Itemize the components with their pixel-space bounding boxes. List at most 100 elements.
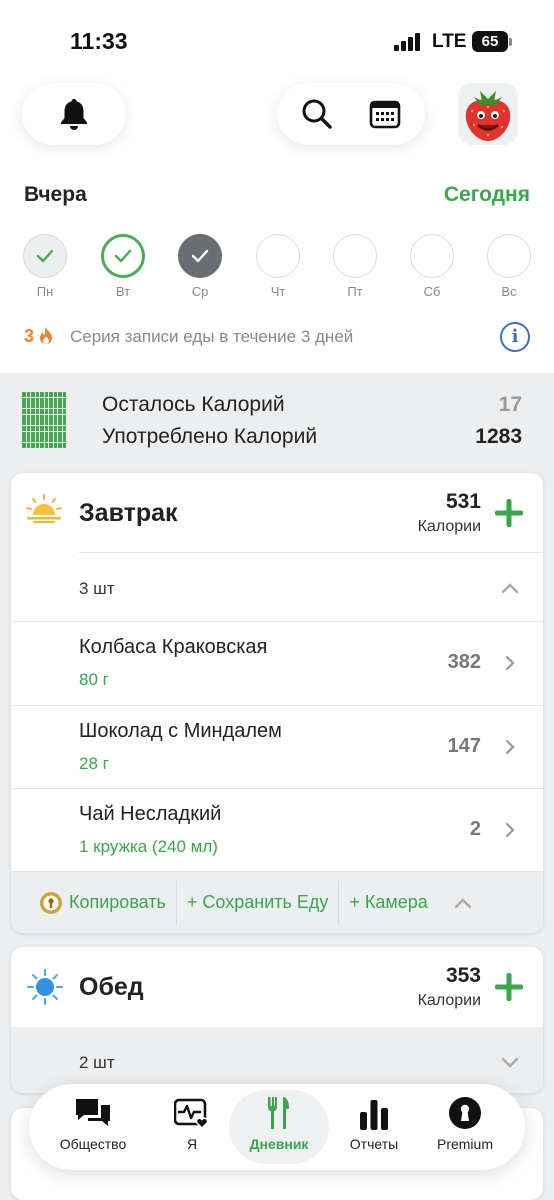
avatar[interactable] bbox=[458, 83, 518, 145]
day-thu[interactable]: Чт bbox=[255, 234, 301, 299]
calorie-grid-cell bbox=[49, 392, 53, 397]
calorie-grid-cell bbox=[49, 420, 53, 426]
bar-chart-icon bbox=[324, 1090, 424, 1130]
calorie-grid-cell bbox=[49, 397, 53, 403]
consumed-row: Употреблено Калорий 1283 bbox=[102, 425, 522, 449]
info-icon[interactable]: i bbox=[500, 322, 530, 352]
calendar-icon[interactable] bbox=[363, 92, 407, 136]
battery-icon: 65 bbox=[472, 31, 508, 52]
yesterday-link[interactable]: Вчера bbox=[24, 183, 87, 207]
tab-diary[interactable]: Дневник bbox=[229, 1090, 329, 1164]
chevron-down-icon bbox=[501, 1055, 519, 1073]
search-icon[interactable] bbox=[295, 92, 339, 136]
tab-community[interactable]: Общество bbox=[43, 1090, 143, 1164]
day-sun[interactable]: Вс bbox=[486, 234, 532, 299]
save-food-button[interactable]: + Сохранить Еду bbox=[187, 881, 328, 925]
calorie-grid-cell bbox=[26, 431, 31, 437]
chevron-up-icon[interactable] bbox=[454, 881, 472, 925]
signal-icon bbox=[394, 33, 422, 51]
food-item[interactable]: Колбаса Краковская 80 г 382 bbox=[11, 621, 543, 705]
tab-label: Отчеты bbox=[349, 1136, 399, 1152]
calorie-grid-cell bbox=[44, 392, 49, 397]
tab-reports[interactable]: Отчеты bbox=[324, 1090, 424, 1164]
week-strip: Пн Вт Ср Чт Пт Сб Вс bbox=[22, 234, 532, 300]
breakfast-header[interactable]: Завтрак 531 Калории bbox=[11, 473, 543, 553]
day-tue[interactable]: Вт bbox=[100, 234, 146, 299]
calorie-grid-cell bbox=[44, 408, 49, 414]
breakfast-card: Завтрак 531 Калории 3 шт Колбаса Краковс… bbox=[11, 473, 543, 933]
food-portion: 80 г bbox=[79, 670, 109, 689]
calorie-grid-cell bbox=[58, 425, 62, 431]
check-icon bbox=[114, 249, 132, 263]
sunrise-icon bbox=[25, 493, 63, 528]
calorie-grid-cell bbox=[31, 437, 35, 443]
chevron-right-icon bbox=[505, 739, 515, 760]
day-wed[interactable]: Ср bbox=[177, 234, 223, 299]
notifications-button[interactable] bbox=[22, 83, 126, 145]
calorie-grid-cell bbox=[26, 392, 31, 397]
food-calories: 382 bbox=[447, 651, 481, 673]
calorie-grid-cell bbox=[49, 437, 53, 443]
calorie-grid-cell bbox=[22, 420, 26, 426]
calorie-grid-cell bbox=[44, 420, 49, 426]
calorie-grid-cell bbox=[35, 420, 40, 426]
day-fri[interactable]: Пт bbox=[332, 234, 378, 299]
status-time: 11:33 bbox=[70, 28, 128, 54]
food-portion: 28 г bbox=[79, 753, 109, 773]
food-item[interactable]: Шоколад с Миндалем 28 г 147 bbox=[11, 704, 543, 789]
calorie-grid-cell bbox=[40, 425, 44, 431]
calorie-grid-cell bbox=[40, 420, 44, 426]
calorie-grid-cell bbox=[35, 392, 40, 397]
remaining-row: Осталось Калорий 17 bbox=[102, 393, 522, 417]
calorie-grid-cell bbox=[49, 431, 53, 437]
calorie-grid-cell bbox=[26, 408, 31, 414]
calorie-grid-cell bbox=[58, 403, 62, 409]
today-link[interactable]: Сегодня bbox=[444, 183, 530, 207]
calorie-grid-cell bbox=[62, 431, 67, 437]
item-count-row[interactable]: 3 шт bbox=[11, 553, 543, 621]
calorie-grid-cell bbox=[26, 403, 31, 409]
day-sat[interactable]: Сб bbox=[409, 234, 455, 299]
health-icon bbox=[142, 1090, 242, 1130]
calorie-grid-cell bbox=[49, 442, 53, 448]
calorie-grid-cell bbox=[62, 403, 67, 409]
calorie-grid-cell bbox=[58, 408, 62, 414]
calorie-grid-cell bbox=[58, 414, 62, 420]
tab-me[interactable]: Я bbox=[142, 1090, 242, 1164]
tab-label: Premium bbox=[436, 1136, 493, 1152]
add-food-button[interactable] bbox=[493, 971, 525, 1003]
calorie-grid-cell bbox=[22, 437, 26, 443]
calorie-grid-cell bbox=[31, 392, 35, 397]
meal-title: Обед bbox=[79, 973, 144, 1001]
meal-calories-unit: Калории bbox=[417, 992, 481, 1009]
calorie-grid-cell bbox=[62, 414, 67, 420]
lunch-header[interactable]: Обед 353 Калории bbox=[11, 947, 543, 1027]
copy-button[interactable]: Копировать bbox=[11, 881, 166, 925]
calorie-grid-cell bbox=[35, 431, 40, 437]
network-label: LTE bbox=[432, 31, 467, 52]
save-food-label: + Сохранить Еду bbox=[186, 892, 329, 912]
food-item[interactable]: Чай Несладкий 1 кружка (240 мл) 2 bbox=[11, 788, 543, 872]
calorie-grid-cell bbox=[22, 403, 26, 409]
lunch-card: Обед 353 Калории 2 шт bbox=[11, 947, 543, 1093]
calorie-grid-cell bbox=[31, 442, 35, 448]
add-food-button[interactable] bbox=[493, 497, 525, 529]
calorie-grid-cell bbox=[26, 442, 31, 448]
calorie-grid-cell bbox=[53, 437, 58, 443]
day-mon[interactable]: Пн bbox=[22, 234, 68, 299]
meal-calories: 353 Калории bbox=[418, 964, 481, 1010]
day-label: Пн bbox=[36, 284, 54, 299]
calorie-grid-cell bbox=[53, 420, 58, 426]
calorie-grid-cell bbox=[53, 425, 58, 431]
calorie-grid-cell bbox=[44, 414, 49, 420]
camera-label: + Камера bbox=[349, 892, 428, 912]
camera-button[interactable]: + Камера bbox=[349, 881, 427, 925]
calorie-grid-cell bbox=[53, 408, 58, 414]
day-circle bbox=[23, 234, 67, 278]
calorie-grid-cell bbox=[35, 414, 40, 420]
tab-premium[interactable]: Premium bbox=[415, 1090, 515, 1164]
item-count: 3 шт bbox=[79, 579, 115, 598]
streak-row: 3 Серия записи еды в течение 3 дней i bbox=[24, 322, 530, 352]
food-name: Чай Несладкий bbox=[79, 803, 222, 825]
meal-title: Завтрак bbox=[79, 499, 178, 527]
